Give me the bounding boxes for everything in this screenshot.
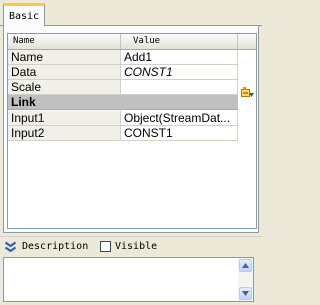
- scroll-up-icon[interactable]: [239, 259, 252, 272]
- grid-side-gutter: [238, 50, 256, 228]
- description-bar: Description Visible: [0, 236, 262, 256]
- category-row-link: Link: [8, 95, 238, 110]
- column-header-value[interactable]: Value: [121, 34, 238, 49]
- property-row-input1[interactable]: Input1 Object(StreamDat...: [8, 111, 238, 126]
- category-label: Link: [11, 95, 36, 109]
- property-value[interactable]: Add1: [121, 50, 238, 64]
- tab-basic[interactable]: Basic: [3, 3, 45, 27]
- tab-basic-label: Basic: [8, 11, 40, 22]
- column-header-extra: [238, 34, 256, 49]
- grid-header: Name Value: [8, 34, 256, 50]
- property-name: Name: [8, 50, 121, 64]
- property-row-scale[interactable]: Scale: [8, 80, 238, 95]
- property-value[interactable]: Object(StreamDat...: [121, 111, 238, 125]
- property-value[interactable]: [121, 80, 238, 94]
- visible-checkbox[interactable]: [100, 241, 111, 252]
- scroll-down-icon[interactable]: [239, 287, 252, 300]
- property-row-input2[interactable]: Input2 CONST1: [8, 126, 238, 141]
- property-name: Data: [8, 65, 121, 79]
- property-value[interactable]: CONST1: [121, 126, 238, 140]
- chevron-double-down-icon[interactable]: [4, 241, 17, 253]
- property-name: Input2: [8, 126, 121, 140]
- properties-panel: Name Value Name Add1 Data CONST1 Scale L…: [3, 26, 259, 233]
- property-name: Scale: [8, 80, 121, 94]
- description-label: Description: [22, 241, 89, 252]
- tab-strip: Basic: [0, 0, 262, 27]
- property-row-name[interactable]: Name Add1: [8, 50, 238, 65]
- visible-label: Visible: [115, 241, 158, 252]
- column-header-name[interactable]: Name: [8, 34, 121, 49]
- description-textarea[interactable]: [3, 257, 254, 302]
- property-grid: Name Value Name Add1 Data CONST1 Scale L…: [7, 33, 257, 229]
- property-value[interactable]: CONST1: [121, 65, 238, 79]
- property-name: Input1: [8, 111, 121, 125]
- property-row-data[interactable]: Data CONST1: [8, 65, 238, 80]
- edit-value-icon[interactable]: [241, 86, 255, 99]
- description-scrollbar[interactable]: [238, 258, 253, 301]
